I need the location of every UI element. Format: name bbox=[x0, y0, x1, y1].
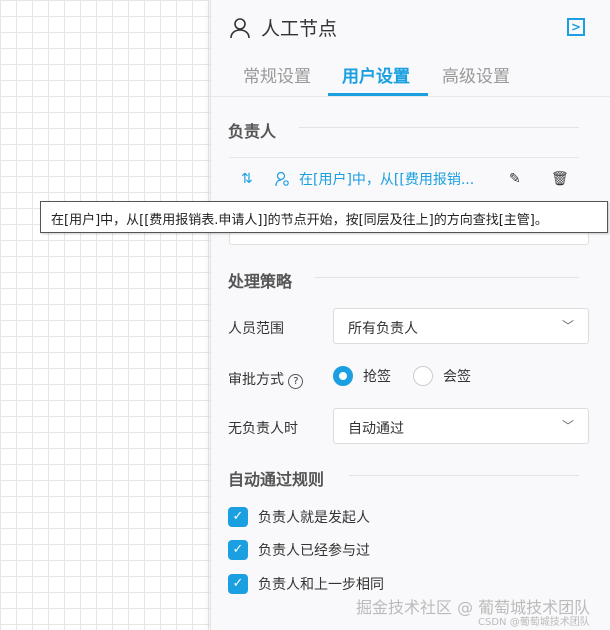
radio-unchecked bbox=[413, 366, 433, 386]
divider bbox=[315, 277, 579, 278]
panel-title: 人工节点 bbox=[261, 18, 338, 40]
rule-checkbox-3[interactable]: ✓ 负责人和上一步相同 bbox=[228, 574, 384, 594]
section-assignee: 负责人 bbox=[228, 122, 277, 141]
tooltip: 在[用户]中，从[[费用报销表.申请人]]的节点开始，按[同层及往上]的方向查找… bbox=[40, 201, 608, 233]
scope-value: 所有负责人 bbox=[348, 321, 418, 337]
scope-label: 人员范围 bbox=[228, 321, 284, 337]
assignee-rule-link[interactable]: 在[用户]中，从[[费用报销... bbox=[299, 169, 509, 189]
assignee-item: ⇅ 在[用户]中，从[[费用报销... ✎ 🗑 bbox=[229, 157, 579, 199]
sort-icon[interactable]: ⇅ bbox=[241, 171, 275, 187]
collapse-right-icon[interactable]: > bbox=[567, 18, 585, 36]
delete-icon[interactable]: 🗑 bbox=[551, 171, 569, 187]
tab-bar: 常规设置 用户设置 高级设置 bbox=[211, 56, 610, 97]
tab-general[interactable]: 常规设置 bbox=[243, 62, 311, 87]
scope-select[interactable]: 所有负责人 ﹀ bbox=[333, 308, 589, 344]
radio-grab[interactable]: 抢签 bbox=[333, 366, 391, 386]
divider bbox=[349, 475, 579, 476]
rule-checkbox-1[interactable]: ✓ 负责人就是发起人 bbox=[228, 507, 370, 527]
radio-checked bbox=[333, 366, 353, 386]
radio-label: 抢签 bbox=[363, 369, 391, 385]
no-assignee-label: 无负责人时 bbox=[228, 421, 298, 437]
tab-advanced[interactable]: 高级设置 bbox=[442, 62, 510, 87]
watermark-sub: CSDN @葡萄城技术团队 bbox=[478, 617, 590, 628]
active-tab-indicator bbox=[328, 93, 428, 96]
flow-canvas[interactable] bbox=[0, 0, 212, 630]
chevron-down-icon: ﹀ bbox=[561, 419, 574, 433]
node-settings-panel: 人工节点 > 常规设置 用户设置 高级设置 负责人 ⇅ 在[用户]中，从[[费用… bbox=[210, 0, 610, 630]
radio-countersign[interactable]: 会签 bbox=[413, 366, 471, 386]
rule-label: 负责人就是发起人 bbox=[258, 510, 370, 526]
divider bbox=[299, 127, 579, 128]
check-icon: ✓ bbox=[228, 574, 248, 594]
user-search-icon bbox=[275, 171, 289, 186]
check-icon: ✓ bbox=[228, 507, 248, 527]
help-icon[interactable]: ? bbox=[288, 374, 304, 389]
section-auto-pass: 自动通过规则 bbox=[228, 470, 325, 489]
check-icon: ✓ bbox=[228, 540, 248, 560]
panel-header: 人工节点 bbox=[229, 14, 337, 41]
rule-label: 负责人已经参与过 bbox=[258, 543, 370, 559]
edit-icon[interactable]: ✎ bbox=[509, 171, 551, 187]
rule-checkbox-2[interactable]: ✓ 负责人已经参与过 bbox=[228, 540, 370, 560]
no-assignee-value: 自动通过 bbox=[348, 421, 404, 437]
no-assignee-select[interactable]: 自动通过 ﹀ bbox=[333, 408, 589, 444]
user-icon bbox=[230, 17, 250, 38]
rule-label: 负责人和上一步相同 bbox=[258, 577, 384, 593]
approval-label: 审批方式 ? bbox=[228, 369, 304, 389]
section-strategy: 处理策略 bbox=[228, 272, 293, 291]
radio-label: 会签 bbox=[443, 369, 471, 385]
chevron-down-icon: ﹀ bbox=[561, 319, 574, 333]
tab-user[interactable]: 用户设置 bbox=[342, 62, 410, 87]
approval-label-text: 审批方式 bbox=[228, 372, 284, 388]
